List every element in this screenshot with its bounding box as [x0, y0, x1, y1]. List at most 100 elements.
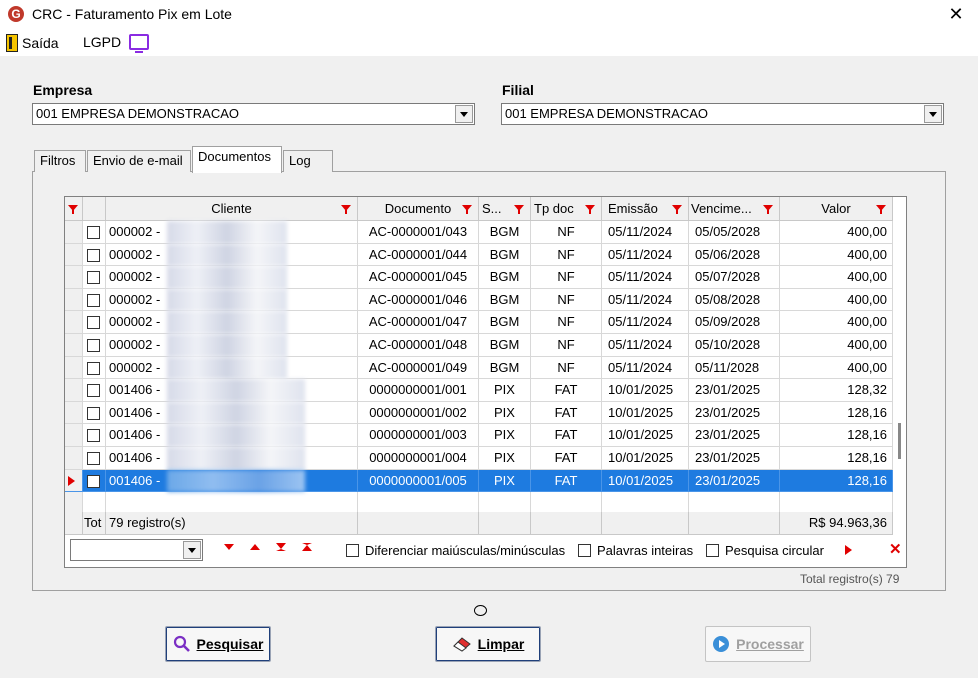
filter-icon[interactable] — [763, 205, 773, 214]
table-row[interactable]: 000002 - AC-0000001/044 BGM NF 05/11/2024 05/… — [65, 243, 893, 267]
row-checkbox[interactable] — [87, 384, 100, 398]
cell-tpdoc: FAT — [531, 401, 602, 425]
close-search-icon[interactable]: ✕ — [889, 540, 902, 558]
row-checkbox[interactable] — [87, 452, 100, 465]
header-valor[interactable]: Valor — [780, 197, 893, 221]
row-checkbox[interactable] — [87, 429, 100, 443]
header-documento[interactable]: Documento — [358, 197, 479, 221]
close-icon[interactable]: ✕ — [946, 4, 966, 25]
cell-emissao: 05/11/2024 — [602, 266, 689, 289]
table-row[interactable]: 000002 - AC-0000001/049 BGM NF 05/11/2024 05/… — [65, 356, 893, 380]
cell-documento: AC-0000001/048 — [358, 334, 479, 357]
table-row[interactable]: 001406 -0000000001/004 PIX FAT 10/01/2025 23… — [65, 447, 893, 470]
cell-emissao: 05/11/2024 — [602, 243, 689, 267]
scrollbar-thumb[interactable] — [898, 423, 901, 459]
row-checkbox[interactable] — [87, 474, 100, 488]
header-cliente[interactable]: Cliente — [106, 197, 358, 221]
find-next-down-icon[interactable] — [224, 544, 234, 550]
filter-icon[interactable] — [876, 205, 886, 214]
row-checkbox[interactable] — [87, 316, 100, 330]
diff-case-checkbox[interactable] — [346, 544, 359, 557]
vertical-scrollbar[interactable] — [893, 197, 906, 567]
empresa-label: Empresa — [33, 82, 93, 98]
table-row[interactable]: 001406 -0000000001/003 PIX FAT 10/01/2025 23… — [65, 424, 893, 447]
filter-icon[interactable] — [462, 205, 472, 214]
cell-serie: BGM — [479, 243, 531, 267]
exit-menu-item[interactable]: Saída — [6, 34, 59, 52]
table-row[interactable]: 000002 - AC-0000001/048 BGM NF 05/11/2024 05/… — [65, 334, 893, 357]
search-field-select[interactable] — [70, 539, 203, 561]
cell-vencimento: 23/01/2025 — [689, 401, 780, 425]
row-checkbox[interactable] — [87, 226, 100, 239]
table-row[interactable]: 001406 -0000000001/005 PIX FAT 10/01/2025 23… — [65, 469, 893, 493]
table-row[interactable]: 000002 - AC-0000001/043 BGM NF 05/11/2024 05/… — [65, 221, 893, 244]
tab-filtros[interactable]: Filtros — [34, 150, 86, 172]
tab-envio-email[interactable]: Envio de e-mail — [87, 150, 191, 172]
cell-vencimento: 05/05/2028 — [689, 221, 780, 244]
cell-documento: AC-0000001/046 — [358, 288, 479, 312]
find-last-icon[interactable] — [276, 543, 286, 551]
row-checkbox[interactable] — [87, 293, 100, 307]
processar-button[interactable]: Processar — [705, 626, 811, 662]
circular-checkbox[interactable] — [706, 544, 719, 557]
redacted-client-name — [167, 447, 305, 470]
limpar-button[interactable]: Limpar — [435, 626, 541, 662]
search-go-icon[interactable] — [845, 545, 852, 555]
row-checkbox[interactable] — [87, 406, 100, 420]
filter-icon[interactable] — [585, 205, 595, 214]
pesquisar-button[interactable]: Pesquisar — [165, 626, 271, 662]
lgpd-label: LGPD — [83, 34, 122, 50]
chevron-down-icon[interactable] — [455, 105, 473, 123]
whole-words-option[interactable]: Palavras inteiras — [578, 543, 693, 558]
lgpd-menu-item[interactable]: LGPD — [83, 34, 150, 53]
row-checkbox[interactable] — [87, 339, 100, 352]
cell-tpdoc: FAT — [531, 447, 602, 470]
total-records-label: Total registro(s) 79 — [800, 572, 900, 586]
empresa-select[interactable]: 001 EMPRESA DEMONSTRACAO — [32, 103, 475, 125]
cell-vencimento: 05/08/2028 — [689, 288, 780, 312]
row-select-cell — [83, 266, 106, 289]
whole-words-checkbox[interactable] — [578, 544, 591, 557]
header-serie[interactable]: S... — [479, 197, 531, 221]
row-checkbox[interactable] — [87, 361, 100, 375]
tab-log[interactable]: Log — [283, 150, 333, 172]
filter-icon[interactable] — [672, 205, 682, 214]
row-checkbox[interactable] — [87, 248, 100, 262]
diff-case-option[interactable]: Diferenciar maiúsculas/minúsculas — [346, 543, 565, 558]
header-vencimento[interactable]: Vencime... — [689, 197, 780, 221]
redacted-client-name — [167, 424, 305, 447]
filter-icon[interactable] — [514, 205, 524, 214]
row-indicator — [65, 311, 83, 334]
chevron-down-icon[interactable] — [183, 541, 201, 559]
row-checkbox[interactable] — [87, 271, 100, 285]
cell-serie: BGM — [479, 288, 531, 312]
table-row[interactable]: 001406 -0000000001/002 PIX FAT 10/01/2025 23… — [65, 401, 893, 425]
table-row[interactable]: 000002 - AC-0000001/045 BGM NF 05/11/2024 05/… — [65, 266, 893, 289]
totals-value: R$ 94.963,36 — [780, 512, 893, 535]
filial-select[interactable]: 001 EMPRESA DEMONSTRACAO — [501, 103, 944, 125]
chevron-down-icon[interactable] — [924, 105, 942, 123]
filter-icon[interactable] — [341, 205, 351, 214]
header-emissao[interactable]: Emissão — [602, 197, 689, 221]
cell-tpdoc: NF — [531, 243, 602, 267]
find-first-icon[interactable] — [302, 543, 312, 551]
table-row[interactable]: 000002 - AC-0000001/047 BGM NF 05/11/2024 05/… — [65, 311, 893, 334]
grid-corner-filter[interactable] — [65, 197, 83, 221]
cell-serie: PIX — [479, 401, 531, 425]
cell-tpdoc: NF — [531, 311, 602, 334]
find-prev-up-icon[interactable] — [250, 544, 260, 550]
table-row[interactable]: 000002 - AC-0000001/046 BGM NF 05/11/2024 05/… — [65, 288, 893, 312]
exit-door-icon — [6, 34, 18, 52]
table-row[interactable]: 001406 -0000000001/001 PIX FAT 10/01/2025 23… — [65, 379, 893, 402]
tab-documentos[interactable]: Documentos — [192, 146, 282, 173]
redacted-client-name — [167, 356, 287, 380]
cell-documento: AC-0000001/044 — [358, 243, 479, 267]
documents-grid[interactable]: Cliente Documento S... Tp doc Emissão Ve… — [64, 196, 907, 568]
header-tpdoc[interactable]: Tp doc — [531, 197, 602, 221]
row-indicator — [65, 243, 83, 267]
circular-option[interactable]: Pesquisa circular — [706, 543, 824, 558]
row-select-cell — [83, 288, 106, 312]
cell-tpdoc: FAT — [531, 379, 602, 402]
pesquisar-label: Pesquisar — [196, 636, 264, 652]
header-label: Emissão — [608, 201, 658, 216]
